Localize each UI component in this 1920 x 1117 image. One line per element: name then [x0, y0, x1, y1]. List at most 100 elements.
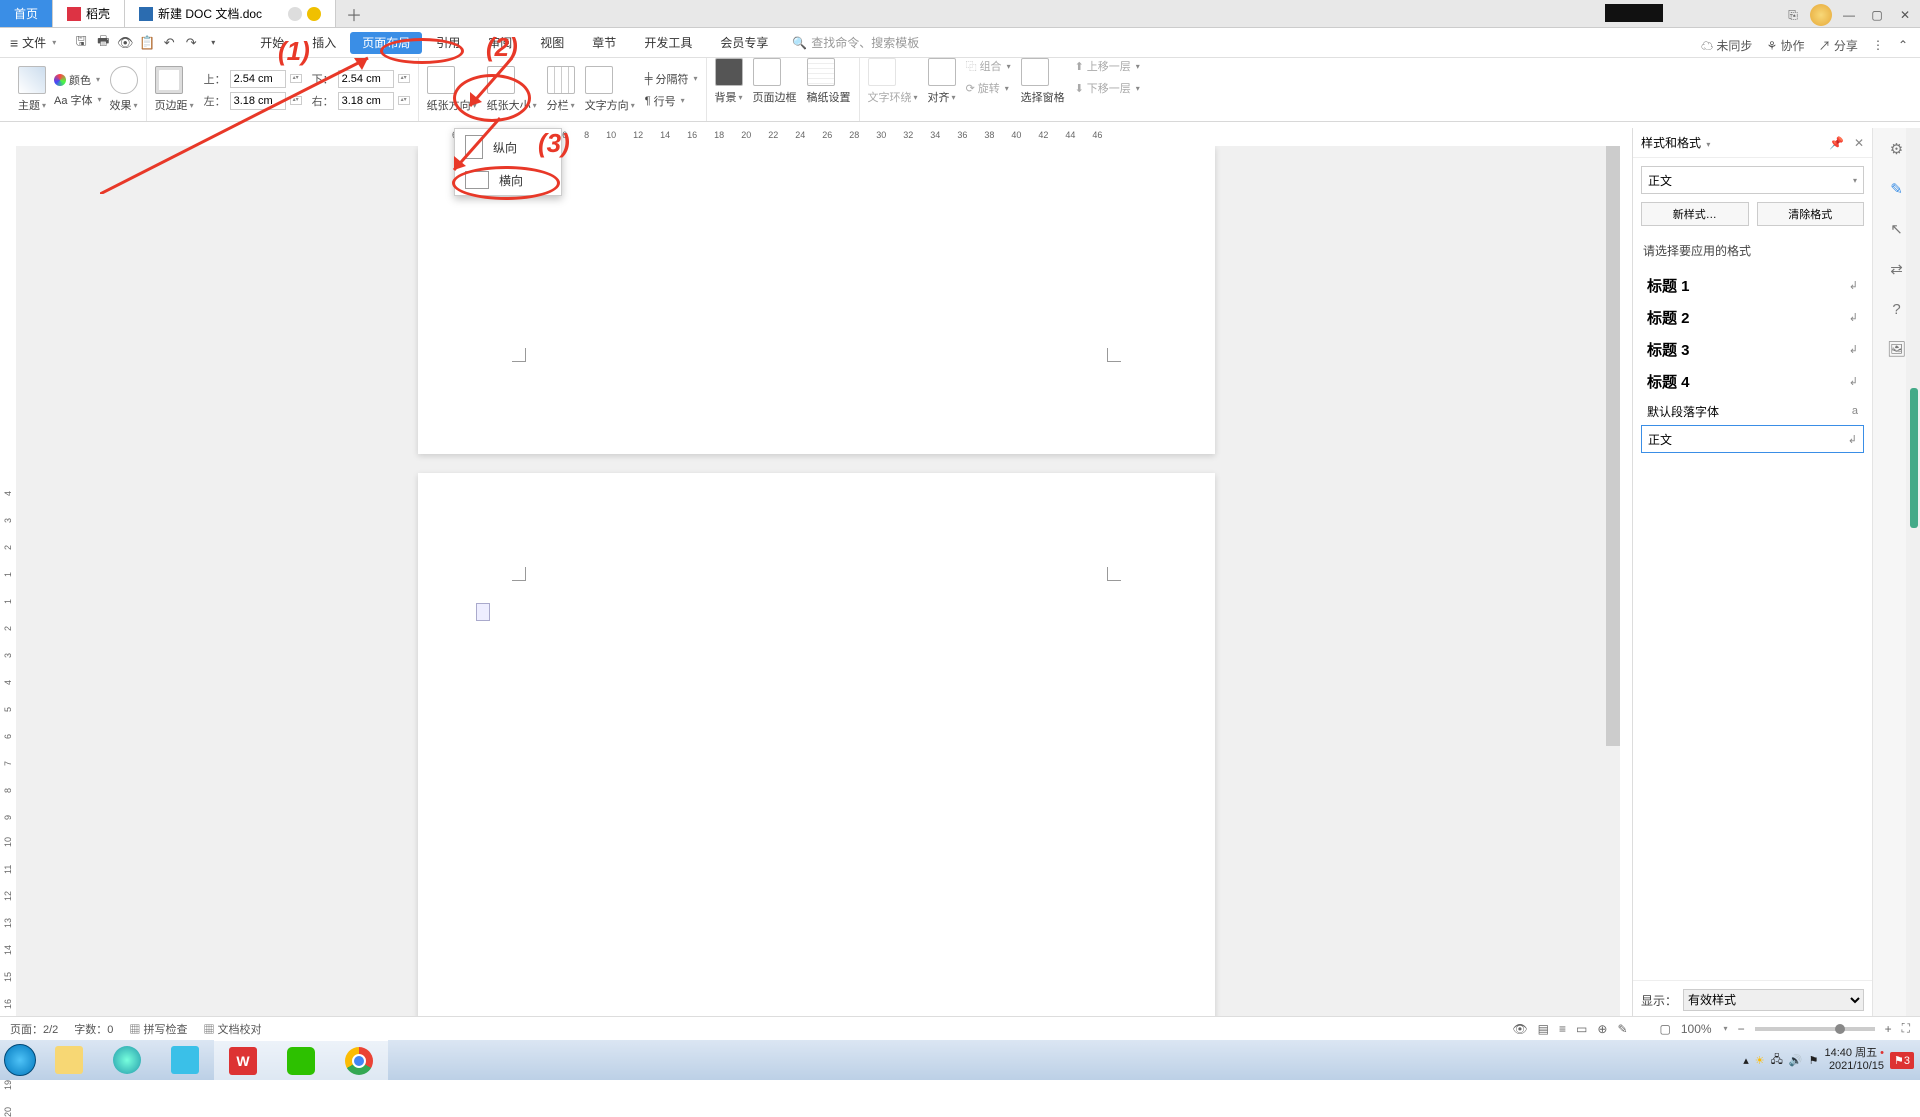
outer-scroll-thumb[interactable]	[1910, 388, 1918, 528]
orientation-landscape[interactable]: 横向	[455, 165, 561, 195]
zoom-out-button[interactable]: −	[1738, 1022, 1745, 1036]
show-select[interactable]: 有效样式	[1683, 989, 1864, 1011]
spinner-icon[interactable]: ▴▾	[398, 96, 410, 105]
status-words[interactable]: 字数：0	[74, 1021, 113, 1037]
margin-right-input[interactable]	[338, 92, 394, 110]
view-read-icon[interactable]: ▭	[1576, 1022, 1587, 1036]
qat-preview-icon[interactable]: 👁	[114, 32, 136, 54]
zoom-value[interactable]: 100%	[1681, 1022, 1712, 1036]
close-button[interactable]: ✕	[1894, 4, 1916, 26]
pin-icon[interactable]: 📌	[1829, 136, 1844, 150]
tb-explorer[interactable]	[40, 1040, 98, 1080]
style-heading-2[interactable]: 标题 2↲	[1641, 301, 1864, 333]
minimize-button[interactable]: —	[1838, 4, 1860, 26]
side-image-icon[interactable]: 🖼	[1886, 338, 1908, 360]
redo-button[interactable]: ↷	[180, 32, 202, 54]
tb-chrome[interactable]	[330, 1040, 388, 1080]
breaks-button[interactable]: ╪分隔符▾	[645, 71, 698, 87]
tray-net-icon[interactable]: 🖧	[1771, 1051, 1783, 1070]
current-style-select[interactable]: 正文▾	[1641, 166, 1864, 194]
share-button[interactable]: ↗ 分享	[1819, 37, 1858, 54]
more-icon[interactable]: ⋮	[1872, 38, 1884, 52]
size-button[interactable]: 纸张大小▾	[487, 97, 537, 113]
line-number-button[interactable]: ¶行号▾	[645, 93, 698, 109]
fit-icon[interactable]: ▢	[1660, 1022, 1671, 1036]
tb-ie[interactable]	[98, 1040, 156, 1080]
margin-left-input[interactable]	[230, 92, 286, 110]
font-button[interactable]: Aa 字体▾	[54, 92, 102, 108]
text-dir-button[interactable]: 文字方向▾	[585, 97, 635, 113]
maximize-button[interactable]: ▢	[1866, 4, 1888, 26]
border-button[interactable]: 页面边框	[753, 89, 797, 105]
tab-sync-icon[interactable]	[288, 7, 302, 21]
tab-member[interactable]: 会员专享	[706, 28, 782, 58]
orientation-button[interactable]: 纸张方向▾	[427, 97, 477, 113]
color-button[interactable]: 颜色▾	[54, 72, 102, 88]
document-area[interactable]	[16, 146, 1620, 1048]
style-heading-1[interactable]: 标题 1↲	[1641, 269, 1864, 301]
spinner-icon[interactable]: ▴▾	[290, 96, 302, 105]
view-focus-icon[interactable]: ✎	[1617, 1022, 1627, 1036]
qat-paste-icon[interactable]: 📋	[136, 32, 158, 54]
status-page[interactable]: 页面：2/2	[10, 1021, 58, 1037]
tab-daoke[interactable]: 稻壳	[53, 0, 125, 27]
scroll-thumb[interactable]	[1606, 146, 1620, 746]
hamburger-icon[interactable]: ≡	[10, 35, 18, 51]
qat-drop-icon[interactable]: ▾	[202, 32, 224, 54]
tray-up-icon[interactable]: ▴	[1743, 1054, 1749, 1067]
view-outline-icon[interactable]: ≡	[1559, 1022, 1566, 1036]
tb-wps[interactable]: W	[214, 1040, 272, 1080]
grid-button[interactable]: 稿纸设置	[807, 89, 851, 105]
spinner-icon[interactable]: ▴▾	[398, 74, 410, 83]
sync-status[interactable]: ☁ 未同步	[1701, 37, 1752, 54]
tray-safe-icon[interactable]: ☀	[1755, 1054, 1765, 1067]
outer-scrollbar[interactable]	[1906, 128, 1920, 1016]
background-button[interactable]: 背景▾	[715, 89, 743, 105]
view-web-icon[interactable]: ⊕	[1597, 1022, 1607, 1036]
margin-bottom-input[interactable]	[338, 70, 394, 88]
status-proof[interactable]: ▦ 文档校对	[203, 1021, 261, 1037]
tray-clock[interactable]: 14:40 周五 • 2021/10/15	[1824, 1047, 1884, 1073]
undo-button[interactable]: ↶	[158, 32, 180, 54]
tb-cloud[interactable]	[156, 1040, 214, 1080]
tab-dev-tools[interactable]: 开发工具	[630, 28, 706, 58]
new-tab-button[interactable]: ＋	[336, 0, 372, 27]
view-eye-icon[interactable]: 👁	[1512, 1022, 1527, 1036]
tray-sound-icon[interactable]: 🔊	[1789, 1054, 1803, 1067]
page-2[interactable]	[418, 473, 1215, 1048]
ruler-vertical[interactable]: 43211234567891011121314151617181920	[0, 146, 16, 1048]
tray-flag-icon[interactable]: ⚑	[1809, 1054, 1819, 1067]
side-select-icon[interactable]: ↖	[1886, 218, 1908, 240]
margin-top-input[interactable]	[230, 70, 286, 88]
tb-wechat[interactable]	[272, 1040, 330, 1080]
qat-print-icon[interactable]: 🖶	[92, 32, 114, 54]
zoom-knob[interactable]	[1835, 1024, 1845, 1034]
side-props-icon[interactable]: ⚙	[1886, 138, 1908, 160]
side-styles-icon[interactable]: ✎	[1886, 178, 1908, 200]
tab-view[interactable]: 视图	[526, 28, 578, 58]
section-hint-icon[interactable]	[476, 603, 490, 621]
start-button[interactable]	[0, 1040, 40, 1080]
close-icon[interactable]: ✕	[1854, 136, 1864, 150]
tab-home[interactable]: 首页	[0, 0, 53, 27]
tab-page-layout[interactable]: 页面布局	[350, 32, 422, 54]
collab-button[interactable]: ⚘ 协作	[1766, 37, 1804, 54]
theme-button[interactable]: 主题▾	[18, 97, 46, 113]
search-box[interactable]: 🔍 查找命令、搜索模板	[792, 34, 919, 51]
new-style-button[interactable]: 新样式…	[1641, 202, 1749, 226]
style-heading-4[interactable]: 标题 4↲	[1641, 365, 1864, 397]
margins-button[interactable]: 页边距▾	[155, 97, 194, 113]
style-heading-3[interactable]: 标题 3↲	[1641, 333, 1864, 365]
zoom-in-button[interactable]: +	[1885, 1022, 1892, 1036]
tray-action-icon[interactable]: ⚑3	[1890, 1052, 1914, 1069]
doc-scrollbar[interactable]	[1606, 146, 1620, 1048]
align-button[interactable]: 对齐▾	[928, 89, 956, 105]
style-body[interactable]: 正文↲	[1641, 425, 1864, 453]
tab-section[interactable]: 章节	[578, 28, 630, 58]
collapse-ribbon-icon[interactable]: ⌃	[1898, 38, 1908, 52]
file-menu[interactable]: 文件	[22, 34, 46, 51]
avatar[interactable]	[1810, 4, 1832, 26]
columns-button[interactable]: 分栏▾	[547, 97, 575, 113]
style-default-font[interactable]: 默认段落字体a	[1641, 397, 1864, 425]
qat-save-icon[interactable]: 🖫	[70, 32, 92, 54]
